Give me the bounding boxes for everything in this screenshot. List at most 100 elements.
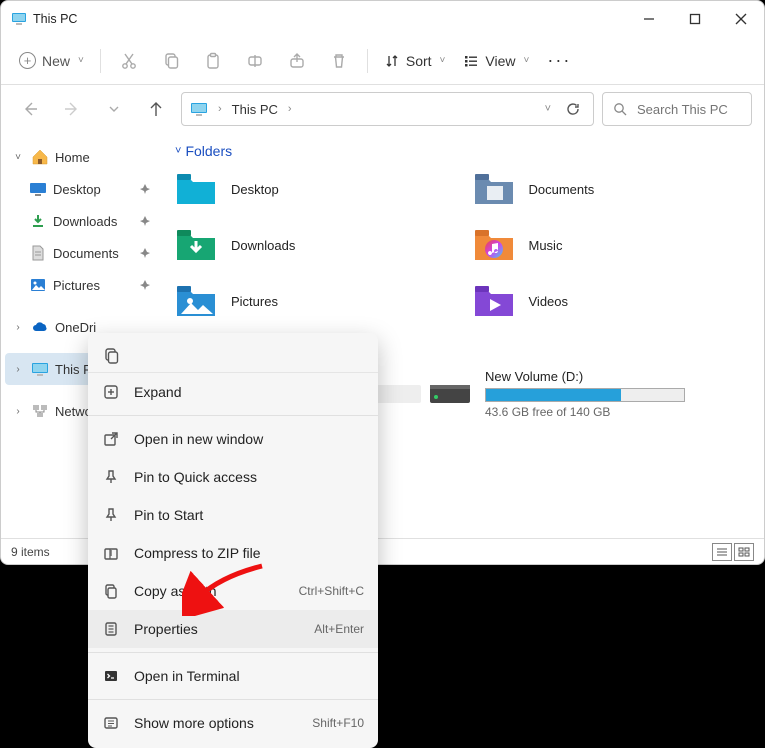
folders-section-header[interactable]: ˅ Folders xyxy=(175,143,750,159)
up-button[interactable] xyxy=(139,92,173,126)
menu-label: Properties xyxy=(134,621,300,637)
desktop-icon xyxy=(29,180,47,198)
context-menu-copy-path[interactable]: Copy as path Ctrl+Shift+C xyxy=(88,572,378,610)
documents-folder-icon xyxy=(473,171,515,207)
sidebar-label: Netwo xyxy=(55,404,92,419)
new-button[interactable]: + New ˅ xyxy=(11,48,92,73)
view-button[interactable]: View ˅ xyxy=(455,49,537,73)
context-menu-open-terminal[interactable]: Open in Terminal xyxy=(88,657,378,695)
breadcrumb-dropdown[interactable]: ˅ xyxy=(541,103,555,115)
delete-button[interactable] xyxy=(319,41,359,81)
maximize-button[interactable] xyxy=(672,3,718,35)
context-menu-show-more[interactable]: Show more options Shift+F10 xyxy=(88,704,378,742)
downloads-folder-icon xyxy=(175,227,217,263)
folder-label: Music xyxy=(529,238,563,253)
context-menu-open-new-window[interactable]: Open in new window xyxy=(88,420,378,458)
drive-usage-bar xyxy=(485,388,685,402)
menu-label: Compress to ZIP file xyxy=(134,545,364,561)
menu-separator xyxy=(88,699,378,700)
breadcrumb[interactable]: › This PC › ˅ xyxy=(181,92,594,126)
context-menu-pin-start[interactable]: Pin to Start xyxy=(88,496,378,534)
back-button[interactable] xyxy=(13,92,47,126)
thispc-title-icon xyxy=(11,11,27,27)
context-menu-expand[interactable]: Expand xyxy=(88,373,378,411)
menu-shortcut: Ctrl+Shift+C xyxy=(299,584,364,598)
chevron-down-icon: ˅ xyxy=(523,55,529,66)
window-title: This PC xyxy=(33,12,626,26)
drive-free-text: 43.6 GB free of 140 GB xyxy=(485,405,750,419)
search-icon xyxy=(613,102,627,116)
toolbar: + New ˅ Sort ˅ View ˅ ··· xyxy=(1,37,764,85)
properties-icon xyxy=(102,620,120,638)
more-button[interactable]: ··· xyxy=(539,50,579,71)
rename-button[interactable] xyxy=(235,41,275,81)
menu-label: Open in new window xyxy=(134,431,364,447)
copy-path-icon xyxy=(102,582,120,600)
context-menu-pin-quick[interactable]: Pin to Quick access xyxy=(88,458,378,496)
music-folder-icon xyxy=(473,227,515,263)
cut-button[interactable] xyxy=(109,41,149,81)
sort-button[interactable]: Sort ˅ xyxy=(376,49,454,73)
share-button[interactable] xyxy=(277,41,317,81)
paste-button[interactable] xyxy=(193,41,233,81)
chevron-right-icon: › xyxy=(288,103,292,115)
close-button[interactable] xyxy=(718,3,764,35)
recent-dropdown[interactable] xyxy=(97,92,131,126)
folder-pictures[interactable]: Pictures xyxy=(175,279,453,323)
folder-label: Pictures xyxy=(231,294,278,309)
search-input[interactable] xyxy=(635,101,765,118)
folder-label: Downloads xyxy=(231,238,295,253)
terminal-icon xyxy=(102,667,120,685)
videos-folder-icon xyxy=(473,283,515,319)
menu-label: Copy as path xyxy=(134,583,285,599)
menu-shortcut: Shift+F10 xyxy=(312,716,364,730)
minimize-button[interactable] xyxy=(626,3,672,35)
nav-row: › This PC › ˅ xyxy=(1,85,764,133)
sidebar-item-home[interactable]: ˅ Home xyxy=(5,141,157,173)
menu-label: Pin to Quick access xyxy=(134,469,364,485)
sidebar-item-desktop[interactable]: Desktop xyxy=(5,173,157,205)
folder-label: Desktop xyxy=(231,182,279,197)
folders-header-label: Folders xyxy=(185,143,232,159)
breadcrumb-location[interactable]: This PC xyxy=(232,102,278,117)
forward-button[interactable] xyxy=(55,92,89,126)
pin-icon xyxy=(102,468,120,486)
chevron-down-icon: ˅ xyxy=(440,55,446,66)
sort-icon xyxy=(384,53,400,69)
menu-label: Show more options xyxy=(134,715,298,731)
search-box[interactable] xyxy=(602,92,752,126)
open-window-icon xyxy=(102,430,120,448)
pin-icon xyxy=(139,247,151,259)
context-menu-properties[interactable]: Properties Alt+Enter xyxy=(88,610,378,648)
context-menu-compress-zip[interactable]: Compress to ZIP file xyxy=(88,534,378,572)
folder-downloads[interactable]: Downloads xyxy=(175,223,453,267)
chevron-right-icon: › xyxy=(11,364,25,375)
refresh-button[interactable] xyxy=(561,101,585,117)
sidebar-item-downloads[interactable]: Downloads xyxy=(5,205,157,237)
folder-music[interactable]: Music xyxy=(473,223,751,267)
drive-icon xyxy=(429,379,471,409)
network-icon xyxy=(31,402,49,420)
window-controls xyxy=(626,3,764,35)
details-view-button[interactable] xyxy=(712,543,732,561)
drive-new-volume-d[interactable]: New Volume (D:) 43.6 GB free of 140 GB xyxy=(429,369,750,419)
folder-videos[interactable]: Videos xyxy=(473,279,751,323)
pin-icon xyxy=(102,506,120,524)
copy-icon[interactable] xyxy=(102,347,120,365)
item-count: 9 items xyxy=(11,545,50,559)
tiles-view-button[interactable] xyxy=(734,543,754,561)
sidebar-item-pictures[interactable]: Pictures xyxy=(5,269,157,301)
menu-label: Pin to Start xyxy=(134,507,364,523)
sidebar-label: Downloads xyxy=(53,214,117,229)
plus-circle-icon: + xyxy=(19,52,36,69)
pictures-icon xyxy=(29,276,47,294)
drive-name: New Volume (D:) xyxy=(485,369,750,384)
sidebar-item-documents[interactable]: Documents xyxy=(5,237,157,269)
folder-documents[interactable]: Documents xyxy=(473,167,751,211)
cloud-icon xyxy=(31,318,49,336)
folder-desktop[interactable]: Desktop xyxy=(175,167,453,211)
copy-button[interactable] xyxy=(151,41,191,81)
menu-shortcut: Alt+Enter xyxy=(314,622,364,636)
view-icon xyxy=(463,53,479,69)
pin-icon xyxy=(139,279,151,291)
